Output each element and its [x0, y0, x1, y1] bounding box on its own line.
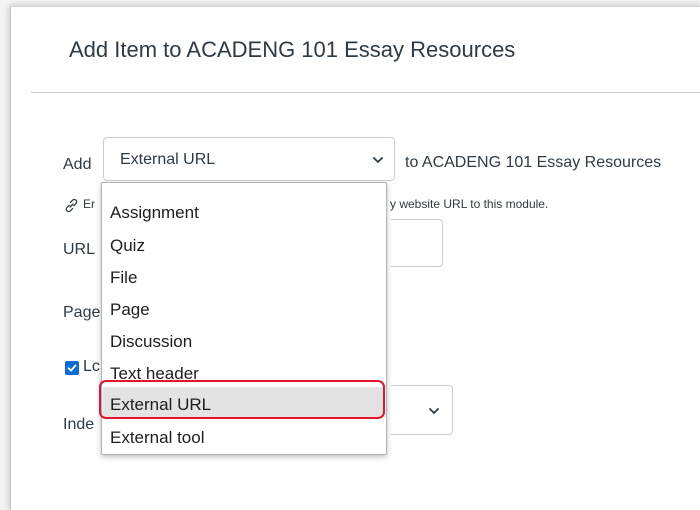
url-hint-text-left: Er: [83, 197, 95, 211]
dropdown-option-page[interactable]: Page: [110, 300, 150, 320]
external-url-callout: [99, 380, 385, 419]
url-input[interactable]: [391, 219, 443, 267]
item-type-select-value: External URL: [120, 151, 216, 168]
indentation-select[interactable]: [391, 385, 453, 435]
new-tab-checkbox[interactable]: [65, 361, 79, 375]
chevron-down-icon: [429, 408, 439, 414]
dropdown-option-quiz[interactable]: Quiz: [110, 236, 145, 256]
dropdown-option-file[interactable]: File: [110, 268, 137, 288]
url-label: URL: [63, 241, 96, 258]
page-name-label: Page: [63, 304, 101, 321]
add-label: Add: [63, 156, 92, 173]
dropdown-option-discussion[interactable]: Discussion: [110, 332, 192, 352]
item-type-select[interactable]: External URL: [103, 137, 395, 181]
module-target-label: to ACADENG 101 Essay Resources: [405, 154, 662, 171]
new-tab-label: Lc: [83, 358, 100, 375]
add-item-dialog: Add Item to ACADENG 101 Essay Resources …: [10, 6, 700, 510]
checkmark-icon: [67, 364, 77, 372]
indentation-label: Inde: [63, 416, 95, 433]
dropdown-option-assignment[interactable]: Assignment: [110, 203, 199, 223]
screenshot-canvas: Add Item to ACADENG 101 Essay Resources …: [0, 0, 700, 510]
dropdown-option-external-tool[interactable]: External tool: [110, 428, 205, 448]
url-hint-text-right: y website URL to this module.: [390, 197, 549, 211]
chevron-down-icon: [373, 157, 383, 163]
link-icon: [65, 198, 78, 213]
dialog-title: Add Item to ACADENG 101 Essay Resources: [69, 37, 516, 62]
title-divider: [31, 92, 700, 93]
